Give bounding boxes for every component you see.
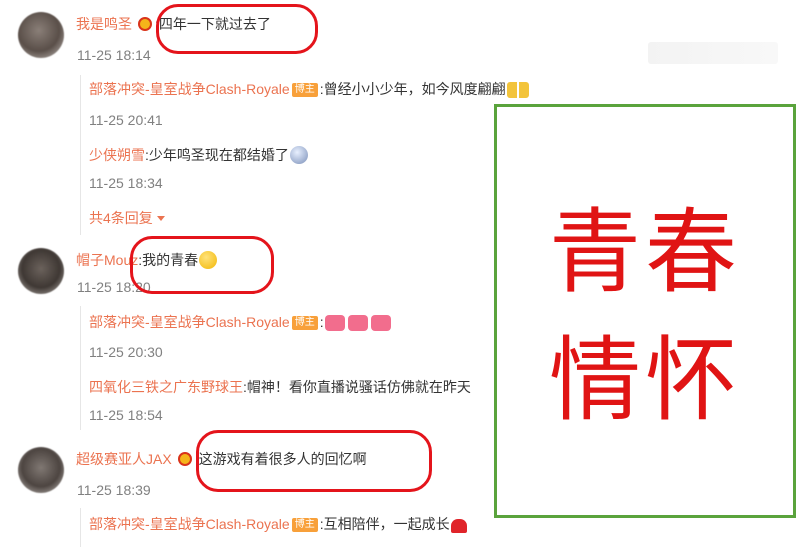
comment-3-time: 11-25 18:39 bbox=[77, 482, 151, 498]
red-heart-emoji bbox=[450, 519, 467, 533]
reply-1-2-username[interactable]: 少侠朔雪 bbox=[89, 147, 145, 163]
reply-1-1-text: :曾经小小少年，如今风度翩翩 bbox=[319, 81, 506, 97]
reply-1-1-time: 11-25 20:41 bbox=[89, 112, 163, 128]
crown-badge-icon bbox=[177, 452, 192, 466]
comment-1-username[interactable]: 我是鸣圣 bbox=[76, 16, 132, 32]
heart-emoji bbox=[324, 315, 345, 331]
crown-badge-icon bbox=[138, 17, 152, 31]
heart-emoji bbox=[347, 315, 368, 331]
reply-3-1-username[interactable]: 部落冲突-皇室战争Clash-Royale bbox=[89, 516, 290, 532]
reply-1-2-line: 少侠朔雪:少年鸣圣现在都结婚了 bbox=[89, 145, 308, 165]
caption-overlay: 青春 情怀 bbox=[494, 104, 796, 518]
reply-2-1-username[interactable]: 部落冲突-皇室战争Clash-Royale bbox=[89, 314, 290, 330]
blogger-badge: 博主 bbox=[291, 316, 318, 330]
reply-2-2-time: 11-25 18:54 bbox=[89, 407, 163, 423]
overlay-line-1: 青春 bbox=[548, 199, 741, 306]
highlight-ring-3 bbox=[196, 430, 432, 492]
overlay-line-2: 情怀 bbox=[548, 327, 741, 434]
reply-1-1-username[interactable]: 部落冲突-皇室战争Clash-Royale bbox=[89, 81, 290, 97]
reply-3-1-line: 部落冲突-皇室战争Clash-Royale 博主:互相陪伴，一起成长 bbox=[89, 514, 467, 534]
blogger-badge: 博主 bbox=[291, 83, 318, 97]
heart-emoji bbox=[370, 315, 391, 331]
reply-1-2-time: 11-25 18:34 bbox=[89, 175, 163, 191]
reply-2-1-time: 11-25 20:30 bbox=[89, 344, 163, 360]
more-replies-link[interactable]: 共4条回复 bbox=[89, 208, 165, 228]
comment-1-time: 11-25 18:14 bbox=[77, 47, 151, 63]
reply-1-1-line: 部落冲突-皇室战争Clash-Royale 博主:曾经小小少年，如今风度翩翩 bbox=[89, 79, 529, 99]
highlight-ring-1 bbox=[156, 4, 318, 54]
reply-2-1-line: 部落冲突-皇室战争Clash-Royale 博主: bbox=[89, 312, 393, 332]
reply-2-2-line: 四氧化三铁之广东野球王:帽神！看你直播说骚话仿佛就在昨天 bbox=[89, 377, 471, 397]
more-replies-label: 共4条回复 bbox=[89, 210, 153, 226]
reply-3-1-text: :互相陪伴，一起成长 bbox=[319, 516, 450, 532]
comment-2-username[interactable]: 帽子Mouz bbox=[76, 252, 138, 268]
comment-3-username[interactable]: 超级赛亚人JAX bbox=[76, 451, 172, 467]
faint-action-button bbox=[648, 42, 778, 64]
blogger-badge: 博主 bbox=[291, 518, 318, 532]
avatar[interactable] bbox=[18, 447, 64, 493]
caret-down-icon bbox=[156, 216, 165, 221]
cheers-emoji bbox=[506, 82, 529, 98]
highlight-ring-2 bbox=[130, 236, 274, 294]
avatar[interactable] bbox=[18, 12, 64, 58]
reply-1-2-text: :少年鸣圣现在都结婚了 bbox=[145, 147, 289, 163]
shocked-face-emoji bbox=[289, 146, 308, 164]
reply-2-1-text: : bbox=[319, 314, 324, 330]
reply-2-2-username[interactable]: 四氧化三铁之广东野球王 bbox=[89, 379, 243, 395]
avatar[interactable] bbox=[18, 248, 64, 294]
reply-2-2-text: :帽神！看你直播说骚话仿佛就在昨天 bbox=[243, 379, 471, 395]
